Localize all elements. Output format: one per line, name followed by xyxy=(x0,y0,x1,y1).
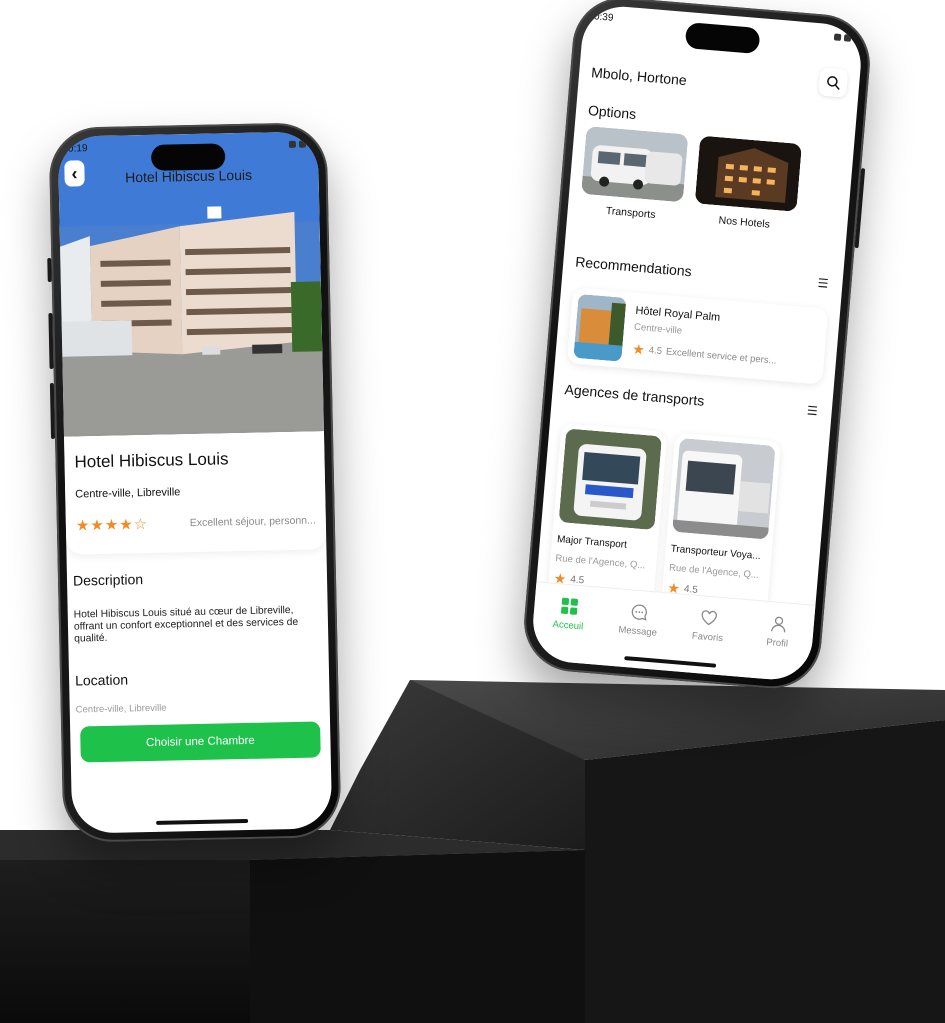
dynamic-island xyxy=(150,143,226,171)
star-rating: ★★★★☆ xyxy=(76,515,149,535)
user-icon xyxy=(770,616,786,633)
star-icon: ★ xyxy=(119,516,134,534)
tab-label: Message xyxy=(617,624,658,639)
bus-photo xyxy=(672,437,776,540)
tab-profil[interactable]: Profil xyxy=(746,613,807,682)
star-icon: ★ xyxy=(90,516,105,535)
list-icon[interactable]: ☰ xyxy=(806,403,818,418)
tab-label: Favoris xyxy=(691,630,724,645)
recommendation-rating: 4.5 xyxy=(648,345,663,358)
description-text: Hotel Hibiscus Louis situé au cœur de Li… xyxy=(73,604,299,645)
list-icon[interactable]: ☰ xyxy=(817,276,829,291)
search-icon xyxy=(827,76,840,90)
option-transports[interactable]: Transports xyxy=(579,126,689,223)
star-icon: ★ xyxy=(104,516,120,534)
option-label: Transports xyxy=(605,204,656,222)
hotel-name: Hotel Hibiscus Louis xyxy=(74,449,229,472)
hotel-info-card: Hotel Hibiscus Louis Centre-ville, Libre… xyxy=(64,431,327,555)
description-heading: Description xyxy=(72,571,144,589)
star-outline-icon: ☆ xyxy=(133,515,149,534)
hotel-night-photo xyxy=(694,135,803,212)
bus-photo xyxy=(558,428,663,531)
status-time: 0:19 xyxy=(67,142,88,155)
location-text: Centre-ville, Libreville xyxy=(75,702,167,716)
heart-icon xyxy=(701,610,718,626)
review-snippet: Excellent séjour, personn... xyxy=(189,514,316,530)
hotel-photo xyxy=(573,293,627,362)
agency-name: Transporteur Voya... xyxy=(670,543,762,563)
phone-hotel-detail: 0:19 ‹ Hotel Hibiscus Louis Hotel Hibisc… xyxy=(47,122,342,843)
hotel-location: Centre-ville, Libreville xyxy=(75,486,181,501)
hotel-detail-screen: 0:19 ‹ Hotel Hibiscus Louis Hotel Hibisc… xyxy=(57,131,333,834)
minibus-photo xyxy=(581,126,689,203)
recommendation-review: Excellent service et pers... xyxy=(665,346,777,367)
home-screen: 0:39 Mbolo, Hortone Options Transports N… xyxy=(529,3,865,683)
agency-name: Major Transport xyxy=(556,533,628,551)
dynamic-island xyxy=(684,22,761,55)
tab-label: Profil xyxy=(765,636,789,650)
option-hotels[interactable]: Nos Hotels xyxy=(693,135,803,233)
greeting: Mbolo, Hortone xyxy=(590,64,688,89)
home-indicator xyxy=(156,818,249,825)
status-time: 0:39 xyxy=(593,10,614,24)
grid-icon xyxy=(561,597,579,615)
choose-room-button[interactable]: Choisir une Chambre xyxy=(80,721,321,763)
agency-address: Rue de l'Agence, Q... xyxy=(555,552,646,572)
chat-icon xyxy=(631,604,647,621)
star-icon: ★ xyxy=(75,517,91,535)
star-icon: ★ xyxy=(631,340,646,358)
options-heading: Options xyxy=(587,102,637,123)
option-label: Nos Hotels xyxy=(718,214,771,231)
recommendations-heading: Recommendations xyxy=(574,253,693,280)
phone-home: 0:39 Mbolo, Hortone Options Transports N… xyxy=(520,0,874,693)
recommendation-card[interactable]: Hôtel Royal Palm Centre-ville ★ 4.5 Excel… xyxy=(566,287,829,385)
bottom-tab-bar: Acceuil Message Favoris Profil xyxy=(529,581,816,683)
location-heading: Location xyxy=(74,671,129,689)
tab-acceuil[interactable]: Acceuil xyxy=(537,595,598,664)
tab-label: Acceuil xyxy=(552,618,584,633)
agency-address: Rue de l'Agence, Q... xyxy=(668,562,760,581)
agencies-heading: Agences de transports xyxy=(564,381,705,409)
search-button[interactable] xyxy=(818,67,849,98)
